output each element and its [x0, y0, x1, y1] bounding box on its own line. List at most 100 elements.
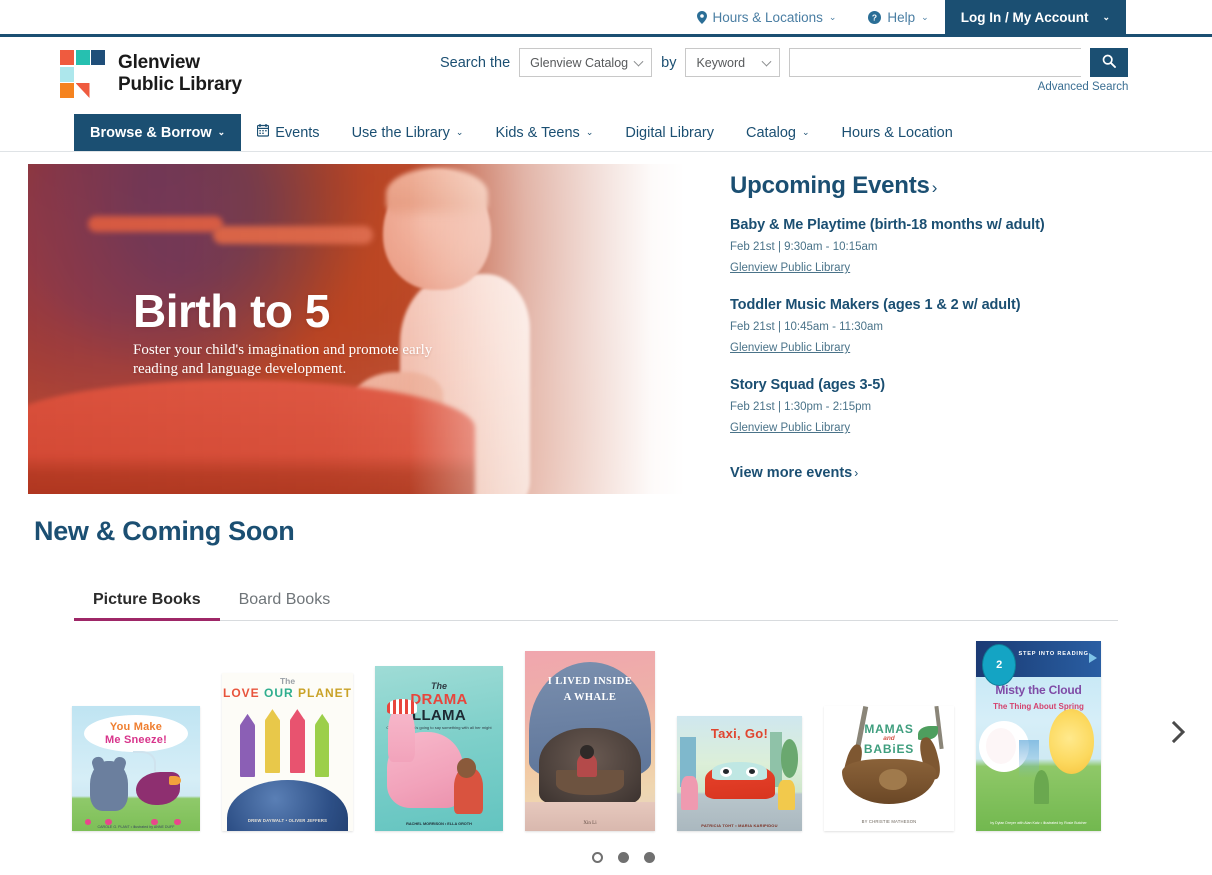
book-title-line-1: Taxi, Go! [710, 726, 769, 742]
book-cover-taxi-go[interactable]: Taxi, Go! PATRICIA TOHT • MARIA KARIPIDO… [677, 716, 802, 831]
book-byline: BY CHRISTIE MATHESON [861, 818, 917, 824]
search-field-select[interactable]: Keyword [685, 48, 781, 77]
event-item: Baby & Me Playtime (birth-18 months w/ a… [730, 217, 1130, 276]
event-title-link[interactable]: Toddler Music Makers (ages 1 & 2 w/ adul… [730, 297, 1130, 313]
nav-label: Events [275, 124, 320, 141]
book-byline: Xin Li [583, 820, 597, 826]
view-more-events-link[interactable]: View more events › [730, 465, 858, 481]
site-logo[interactable]: Glenview Public Library [60, 50, 242, 98]
nav-label: Use the Library [351, 124, 450, 141]
carousel-next-button[interactable] [1166, 719, 1192, 745]
event-datetime: Feb 21st | 10:45am - 11:30am [730, 321, 883, 333]
search-input[interactable] [789, 48, 1082, 77]
carousel-pagination [34, 852, 1212, 863]
logo-line-2: Public Library [118, 74, 242, 95]
book-cover-art: You Make Me Sneeze! CAROLE G. PLANT • il… [72, 706, 200, 831]
help-label: Help [887, 9, 916, 25]
main-navigation: Browse & Borrow ⌄ Events Use the Library… [0, 114, 1212, 152]
book-title-line-0: The [430, 680, 447, 691]
book-shelf: You Make Me Sneeze! CAROLE G. PLANT • il… [34, 641, 1212, 831]
book-cover-art: Taxi, Go! PATRICIA TOHT • MARIA KARIPIDO… [677, 716, 802, 831]
help-link[interactable]: ? Help ⌄ [852, 0, 944, 34]
top-utility-bar: Hours & Locations ⌄ ? Help ⌄ Log In / My… [0, 0, 1212, 34]
book-title-line-1: I LIVED INSIDE [547, 676, 633, 688]
tab-picture-books[interactable]: Picture Books [74, 591, 220, 621]
book-cover-misty-the-cloud[interactable]: 2 STEP INTO READING Misty the Cloud The … [976, 641, 1101, 831]
nav-item-catalog[interactable]: Catalog ⌄ [730, 114, 826, 151]
upcoming-events-heading-link[interactable]: Upcoming Events › [730, 172, 937, 200]
nav-item-events[interactable]: Events [241, 114, 335, 151]
calendar-icon [257, 124, 270, 141]
chevron-down-icon: ⌄ [217, 127, 226, 137]
event-title-link[interactable]: Story Squad (ages 3-5) [730, 377, 1130, 393]
search-scope-value: Glenview Catalog [530, 55, 629, 70]
event-location-link[interactable]: Glenview Public Library [730, 342, 850, 354]
event-location-link[interactable]: Glenview Public Library [730, 422, 850, 434]
book-byline: RACHEL MORRISON • ELLA GROTH [406, 822, 472, 827]
chevron-down-icon [762, 56, 772, 67]
login-my-account-button[interactable]: Log In / My Account ⌄ [944, 0, 1126, 34]
logo-wordmark: Glenview Public Library [118, 52, 242, 97]
nav-item-use-the-library[interactable]: Use the Library ⌄ [336, 114, 480, 151]
hero-text-block: Birth to 5 Foster your child's imaginati… [133, 288, 463, 379]
nav-item-hours-location[interactable]: Hours & Location [826, 114, 969, 151]
step-into-reading-label: STEP INTO READING [1018, 651, 1089, 658]
book-byline: DREW DAYWALT • OLIVER JEFFERS [247, 818, 328, 824]
hours-locations-link[interactable]: Hours & Locations ⌄ [681, 0, 853, 34]
book-cover-the-drama-llama[interactable]: The DRAMA LLAMA One day a llama's going … [375, 666, 503, 831]
event-title-link[interactable]: Baby & Me Playtime (birth-18 months w/ a… [730, 217, 1130, 233]
book-title-line-1: You Make [109, 721, 163, 733]
book-title-word-3: PLANET [298, 685, 353, 700]
book-title-line-1: LOVE OUR PLANET [222, 686, 353, 700]
nav-label: Kids & Teens [495, 124, 580, 141]
book-cover-you-make-me-sneeze[interactable]: You Make Me Sneeze! CAROLE G. PLANT • il… [72, 706, 200, 831]
chevron-right-icon [1171, 720, 1186, 744]
event-location-link[interactable]: Glenview Public Library [730, 262, 850, 274]
chevron-down-icon: ⌄ [828, 11, 837, 22]
upcoming-events-panel: Upcoming Events › Baby & Me Playtime (bir… [730, 164, 1130, 494]
nav-item-browse-borrow[interactable]: Browse & Borrow ⌄ [74, 114, 242, 151]
chevron-down-icon: ⌄ [921, 11, 929, 22]
hero-banner[interactable]: Birth to 5 Foster your child's imaginati… [28, 164, 685, 494]
book-cover-the-crayons-love-our-planet[interactable]: The LOVE OUR PLANET DREW DAYWALT • OLIVE… [222, 673, 353, 831]
carousel-dot-3[interactable] [643, 852, 655, 863]
carousel-dot-1[interactable] [591, 852, 603, 863]
book-byline: CAROLE G. PLANT • illustrated by ANNE DU… [97, 824, 175, 829]
book-title-line-0: and [883, 734, 895, 742]
book-cover-art: I LIVED INSIDE A WHALE Xin Li [525, 651, 655, 831]
chevron-down-icon: ⌄ [802, 127, 810, 137]
chevron-down-icon: ⌄ [455, 127, 464, 137]
hero-title: Birth to 5 [133, 285, 330, 337]
chevron-right-icon: › [854, 466, 859, 480]
book-cover-art: The DRAMA LLAMA One day a llama's going … [375, 666, 503, 831]
reading-level-badge: 2 [982, 643, 1016, 686]
book-title-word-1: LOVE [222, 685, 260, 700]
event-item: Toddler Music Makers (ages 1 & 2 w/ adul… [730, 297, 1130, 356]
book-cover-mamas-and-babies[interactable]: MAMAS and BABiES BY CHRISTIE MATHESON [824, 706, 954, 831]
advanced-search-link[interactable]: Advanced Search [1038, 81, 1129, 93]
nav-label: Hours & Location [841, 124, 953, 141]
location-pin-icon [696, 10, 707, 24]
new-coming-soon-title: New & Coming Soon [34, 516, 295, 546]
upcoming-events-heading: Upcoming Events [730, 172, 930, 199]
nav-item-kids-teens[interactable]: Kids & Teens ⌄ [479, 114, 609, 151]
search-scope-select[interactable]: Glenview Catalog [519, 48, 653, 77]
hours-locations-label: Hours & Locations [712, 9, 823, 25]
chevron-right-icon: › [931, 178, 938, 197]
tab-board-books[interactable]: Board Books [220, 591, 350, 620]
book-title-line-1: Misty the Cloud [995, 682, 1082, 697]
carousel-dot-2[interactable] [617, 852, 629, 863]
book-title-line-2: The Thing About Spring [993, 701, 1084, 711]
book-cover-i-lived-inside-a-whale[interactable]: I LIVED INSIDE A WHALE Xin Li [525, 651, 655, 831]
search-the-label: Search the [440, 54, 511, 71]
search-submit-button[interactable] [1090, 48, 1129, 77]
nav-item-digital-library[interactable]: Digital Library [609, 114, 730, 151]
chevron-down-icon [633, 56, 644, 67]
arrow-right-icon [1089, 653, 1098, 664]
book-category-tabs: Picture Books Board Books [74, 591, 1118, 621]
nav-label: Browse & Borrow [90, 124, 212, 141]
event-datetime: Feb 21st | 1:30pm - 2:15pm [730, 401, 872, 413]
chevron-down-icon: ⌄ [585, 127, 594, 137]
search-field-value: Keyword [696, 55, 746, 70]
view-more-events-label: View more events [730, 465, 853, 481]
